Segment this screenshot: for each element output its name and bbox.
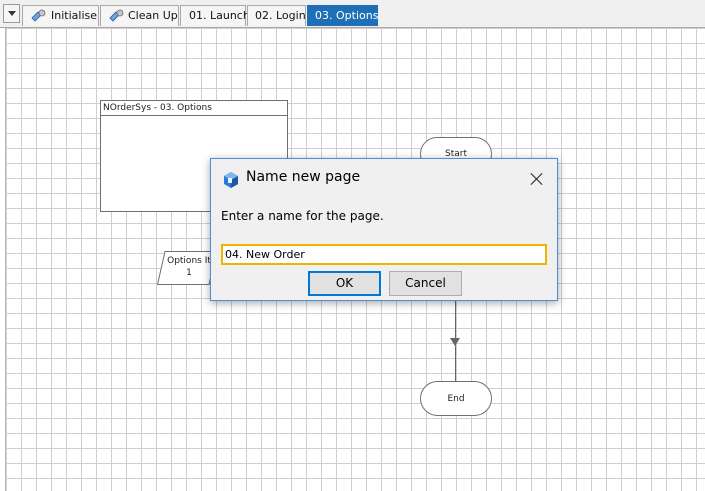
page-info-title: NOrderSys - 03. Options [101, 101, 287, 116]
tab-list-dropdown[interactable] [3, 4, 20, 23]
tab-initialise[interactable]: Initialise [22, 5, 99, 26]
process-icon [109, 9, 124, 22]
tab-clean-up[interactable]: Clean Up [100, 5, 179, 26]
tab-label: Initialise [51, 9, 97, 22]
name-new-page-dialog: Name new page Enter a name for the page.… [210, 158, 558, 301]
page-name-input[interactable] [221, 244, 547, 265]
app-logo-icon [224, 172, 238, 188]
dialog-prompt: Enter a name for the page. [221, 209, 384, 223]
arrow-down-icon [450, 338, 460, 346]
page-tab-strip: Initialise Clean Up 01. Launch 02. Login… [0, 0, 705, 28]
tab-02-login[interactable]: 02. Login [247, 5, 306, 26]
chevron-down-icon [8, 11, 16, 16]
end-stage[interactable]: End [420, 381, 492, 416]
tab-03-options[interactable]: 03. Options [307, 5, 378, 26]
ok-button[interactable]: OK [308, 271, 381, 296]
tab-01-launch[interactable]: 01. Launch [180, 5, 250, 26]
cancel-button[interactable]: Cancel [389, 271, 462, 296]
dialog-title: Name new page [246, 169, 361, 185]
tab-label: 02. Login [255, 9, 306, 22]
end-label: End [447, 394, 465, 404]
tab-label: 01. Launch [189, 9, 250, 22]
close-icon[interactable] [527, 169, 547, 189]
tab-label: Clean Up [128, 9, 178, 22]
process-icon [31, 9, 46, 22]
tab-label: 03. Options [315, 9, 379, 22]
